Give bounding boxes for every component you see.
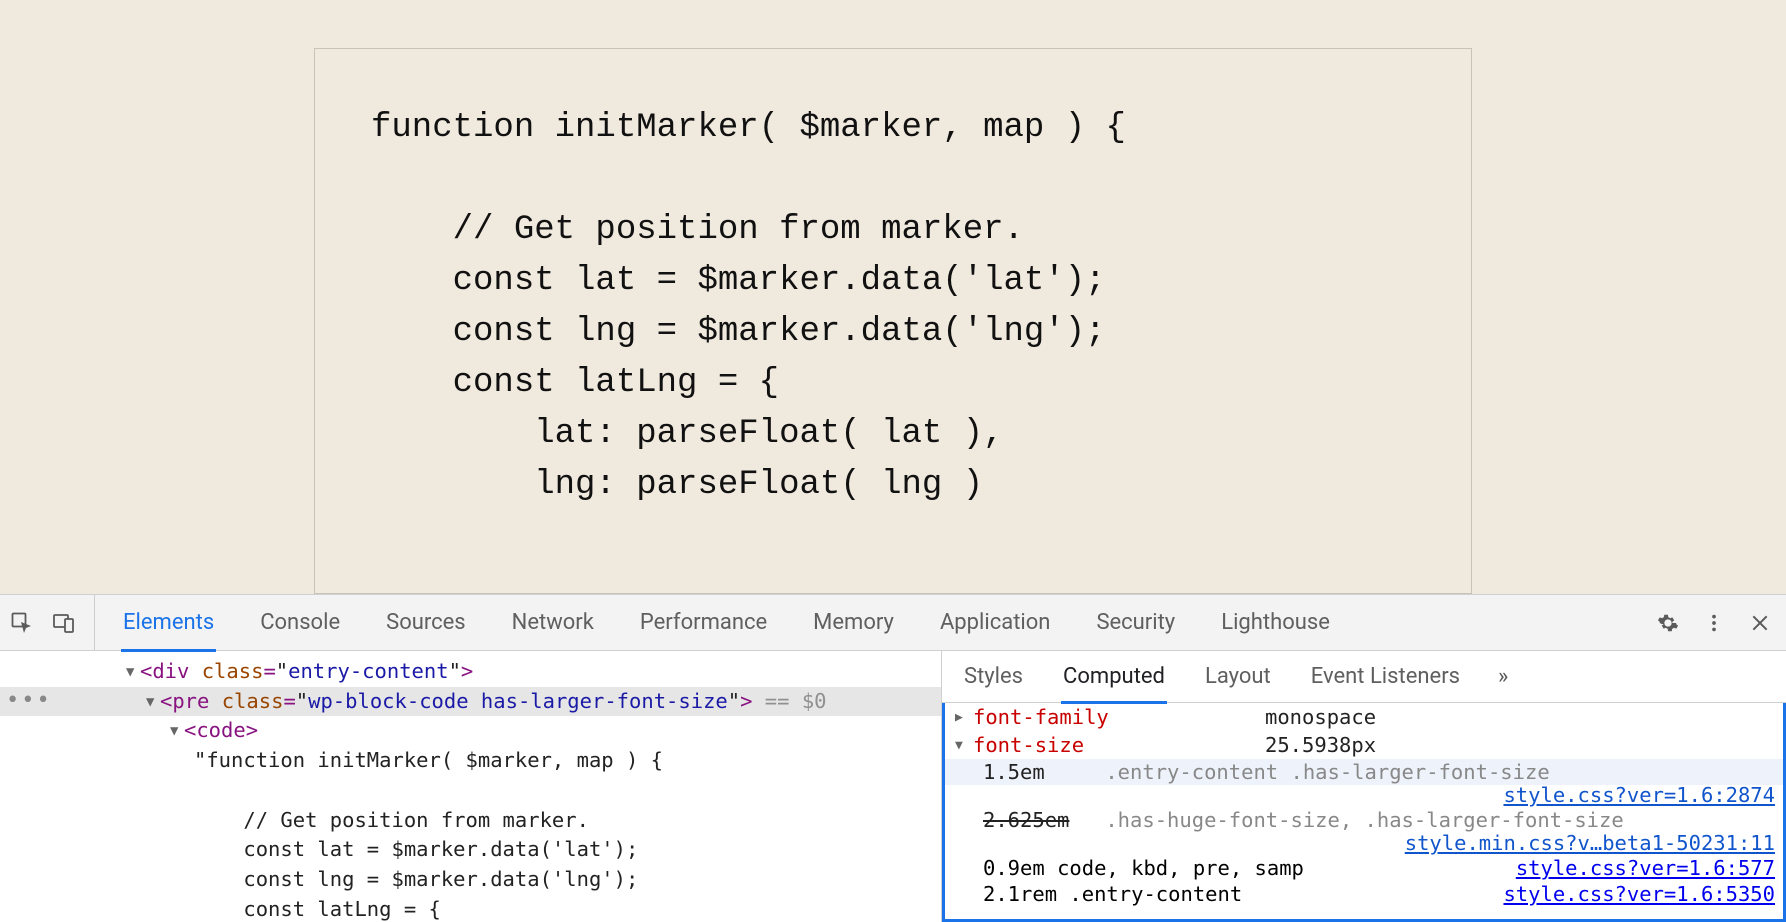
dom-tree[interactable]: ▼<div class="entry-content"> ▼<pre class… [0, 651, 941, 922]
tab-elements[interactable]: Elements [121, 596, 216, 652]
source-link[interactable]: style.css?ver=1.6:2874 [1503, 783, 1775, 807]
tab-application[interactable]: Application [938, 596, 1052, 649]
device-toolbar-icon[interactable] [52, 611, 76, 635]
cascade-entry[interactable]: 0.9em code, kbd, pre, samp style.css?ver… [945, 855, 1783, 881]
close-icon[interactable] [1748, 611, 1772, 635]
toolbar-right-icons [1656, 611, 1772, 635]
tab-console[interactable]: Console [258, 596, 342, 649]
devtools: Elements Console Sources Network Perform… [0, 594, 1786, 922]
devtools-body: ••• ▼<div class="entry-content"> ▼<pre c… [0, 651, 1786, 922]
dom-node-pre[interactable]: ▼<pre class="wp-block-code has-larger-fo… [0, 687, 941, 717]
computed-list[interactable]: ▶ font-family monospace ▼ font-size 25.5… [942, 703, 1786, 922]
gear-icon[interactable] [1656, 611, 1680, 635]
subtab-layout[interactable]: Layout [1203, 652, 1273, 701]
tab-network[interactable]: Network [510, 596, 596, 649]
elements-panel[interactable]: ••• ▼<div class="entry-content"> ▼<pre c… [0, 651, 942, 922]
dom-node-div[interactable]: ▼<div class="entry-content"> [0, 657, 941, 687]
styles-subpanel: Styles Computed Layout Event Listeners »… [942, 651, 1786, 922]
code-text: function initMarker( $marker, map ) { //… [371, 103, 1415, 511]
devtools-tabs: Elements Console Sources Network Perform… [95, 596, 1656, 650]
tab-lighthouse[interactable]: Lighthouse [1219, 596, 1332, 649]
subtab-computed[interactable]: Computed [1061, 652, 1167, 704]
tab-performance[interactable]: Performance [638, 596, 769, 649]
tab-sources[interactable]: Sources [384, 596, 468, 649]
cascade-source-link: style.min.css?v…beta1-50231:11 [945, 831, 1783, 855]
computed-font-family[interactable]: ▶ font-family monospace [945, 703, 1783, 731]
source-link[interactable]: style.css?ver=1.6:5350 [1503, 882, 1775, 906]
dom-text-content[interactable]: "function initMarker( $marker, map ) { /… [0, 746, 941, 922]
styles-tabs: Styles Computed Layout Event Listeners » [942, 651, 1786, 703]
toolbar-left-icons [10, 595, 95, 650]
expand-arrow-icon[interactable]: ▶ [955, 705, 973, 725]
source-link[interactable]: style.min.css?v…beta1-50231:11 [1405, 831, 1775, 855]
more-subtabs-icon[interactable]: » [1498, 664, 1508, 689]
breadcrumb-ellipsis[interactable]: ••• [6, 685, 52, 717]
page-content: function initMarker( $marker, map ) { //… [0, 0, 1786, 594]
kebab-icon[interactable] [1702, 611, 1726, 635]
tab-security[interactable]: Security [1094, 596, 1177, 649]
cascade-entry[interactable]: 2.1rem .entry-content style.css?ver=1.6:… [945, 881, 1783, 907]
computed-font-size[interactable]: ▼ font-size 25.5938px [945, 731, 1783, 759]
collapse-arrow-icon[interactable]: ▼ [955, 733, 973, 753]
source-link[interactable]: style.css?ver=1.6:577 [1516, 856, 1775, 880]
devtools-toolbar: Elements Console Sources Network Perform… [0, 595, 1786, 651]
subtab-styles[interactable]: Styles [962, 652, 1025, 701]
inspect-icon[interactable] [10, 611, 34, 635]
dom-node-code[interactable]: ▼<code> [0, 716, 941, 746]
cascade-source-link: style.css?ver=1.6:2874 [945, 783, 1783, 807]
subtab-event-listeners[interactable]: Event Listeners [1309, 652, 1462, 701]
cascade-entry[interactable]: 1.5em .entry-content .has-larger-font-si… [945, 759, 1783, 785]
cascade-entry[interactable]: 2.625em .has-huge-font-size, .has-larger… [945, 807, 1783, 833]
tab-memory[interactable]: Memory [811, 596, 896, 649]
code-block: function initMarker( $marker, map ) { //… [314, 48, 1472, 594]
